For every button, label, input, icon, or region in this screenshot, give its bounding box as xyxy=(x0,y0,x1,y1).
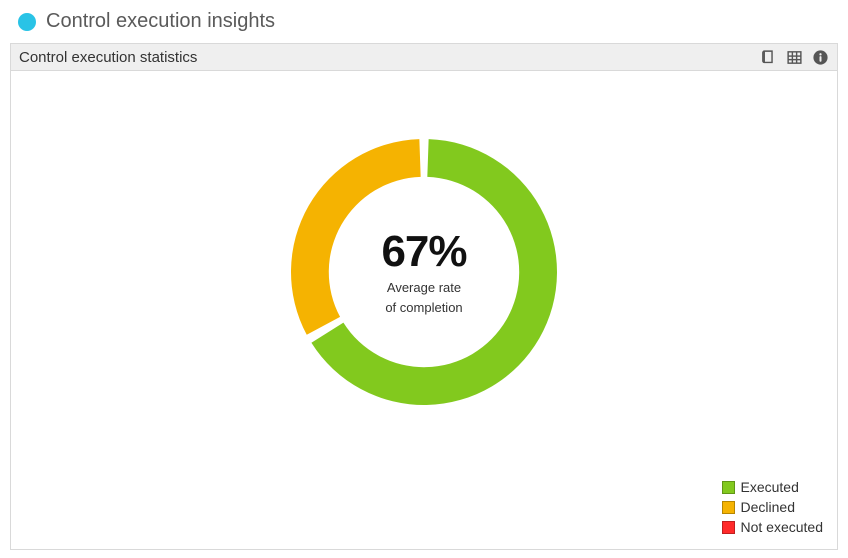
legend-swatch-icon xyxy=(722,521,735,534)
table-icon[interactable] xyxy=(785,48,803,66)
legend-swatch-icon xyxy=(722,501,735,514)
statistics-panel: Control execution statistics xyxy=(10,43,838,550)
title-row: Control execution insights xyxy=(8,8,840,39)
legend-label: Executed xyxy=(741,479,799,495)
legend-item-executed: Executed xyxy=(722,479,824,495)
donut-chart: 67% Average rate of completion xyxy=(284,132,564,412)
legend-label: Declined xyxy=(741,499,795,515)
legend-label: Not executed xyxy=(741,519,824,535)
legend-item-not-executed: Not executed xyxy=(722,519,824,535)
chart-legend: Executed Declined Not executed xyxy=(722,479,824,535)
info-icon[interactable] xyxy=(811,48,829,66)
status-dot-icon xyxy=(18,13,36,31)
panel-header: Control execution statistics xyxy=(11,44,837,71)
book-icon[interactable] xyxy=(759,48,777,66)
panel-body: 67% Average rate of completion Executed … xyxy=(11,71,837,549)
panel-title: Control execution statistics xyxy=(19,49,197,66)
legend-swatch-icon xyxy=(722,481,735,494)
panel-actions xyxy=(759,48,829,66)
donut-slice xyxy=(291,139,421,335)
page-title: Control execution insights xyxy=(46,10,275,33)
legend-item-declined: Declined xyxy=(722,499,824,515)
